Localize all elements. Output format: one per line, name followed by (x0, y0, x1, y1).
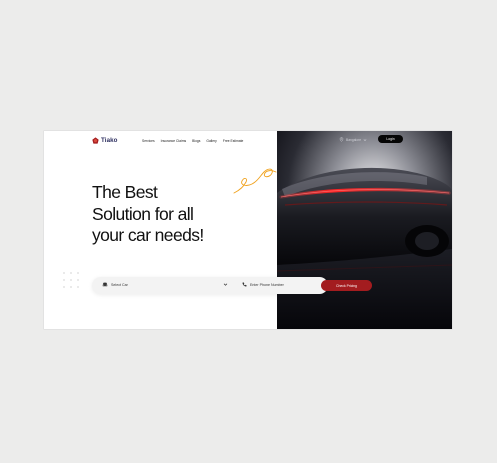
decorative-dot-grid (63, 272, 79, 288)
chevron-down-icon (363, 138, 367, 141)
location-label: Bangalore (346, 137, 362, 142)
car-photo (277, 131, 452, 329)
nav-item-blogs[interactable]: Blogs (192, 139, 200, 143)
phone-input[interactable] (250, 282, 300, 287)
landing-page-frame: Tiako Services Insurance Claims Blogs Ga… (44, 131, 452, 329)
login-button[interactable]: Login (378, 135, 403, 143)
car-select-label: Select Car (111, 282, 128, 287)
car-icon (102, 282, 108, 287)
decorative-scribble (233, 168, 277, 194)
location-selector[interactable]: Bangalore (339, 137, 367, 142)
check-pricing-button[interactable]: Check Pricing (321, 280, 372, 291)
tiako-logo-icon (92, 137, 99, 144)
hero-car-image: Bangalore Login (277, 131, 452, 329)
headline-line-3: your car needs! (92, 225, 204, 245)
brand-name: Tiako (101, 137, 118, 144)
main-nav: Services Insurance Claims Blogs Gallery … (142, 139, 243, 143)
nav-item-services[interactable]: Services (142, 139, 155, 143)
headline-line-2: Solution for all (92, 203, 194, 224)
nav-item-free-estimate[interactable]: Free Estimate (223, 139, 244, 143)
hero-left-panel: Tiako Services Insurance Claims Blogs Ga… (44, 131, 277, 329)
nav-item-gallery[interactable]: Gallery (206, 139, 216, 143)
location-pin-icon (339, 137, 344, 142)
brand-logo[interactable]: Tiako (92, 137, 118, 144)
phone-field (242, 282, 300, 287)
phone-icon (242, 282, 247, 287)
search-bar: Select Car Check Pricing (92, 277, 372, 294)
chevron-down-icon[interactable] (223, 282, 228, 287)
car-select[interactable]: Select Car (102, 282, 128, 287)
nav-item-insurance-claims[interactable]: Insurance Claims (161, 139, 186, 143)
